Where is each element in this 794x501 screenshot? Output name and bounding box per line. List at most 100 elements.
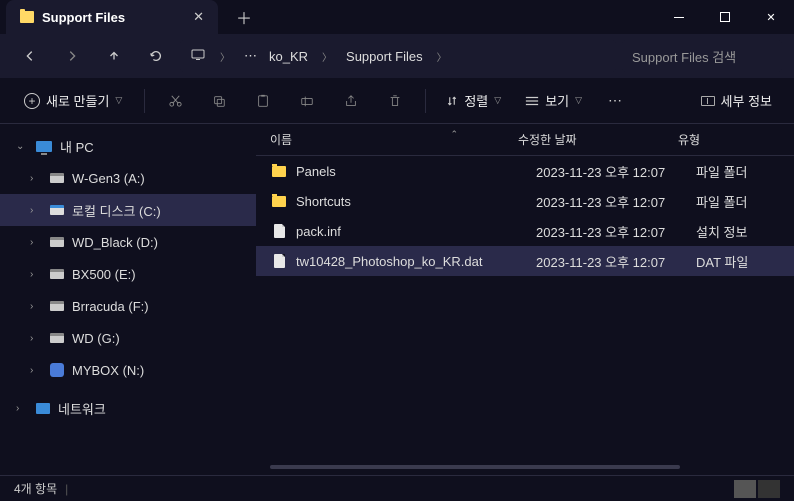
view-button[interactable]: 보기 ▽ [517, 87, 590, 114]
up-button[interactable] [96, 40, 132, 72]
chevron-right-icon: 〉 [316, 49, 338, 64]
file-name: tw10428_Photoshop_ko_KR.dat [296, 254, 536, 269]
column-name[interactable]: 이름 ⌃ [270, 131, 518, 148]
tree-label: Brracuda (F:) [72, 299, 149, 314]
chevron-down-icon: ▽ [575, 95, 582, 106]
view-thumbnails-toggle[interactable] [758, 480, 780, 498]
file-type: DAT 파일 [696, 252, 786, 271]
file-type: 파일 폴더 [696, 162, 786, 181]
copy-button[interactable] [201, 85, 237, 117]
file-icon [274, 224, 285, 238]
cut-button[interactable] [157, 85, 193, 117]
file-name: pack.inf [296, 224, 536, 239]
tree-item-drive[interactable]: ›로컬 디스크 (C:) [0, 194, 256, 226]
minimize-button[interactable] [656, 0, 702, 34]
tree-label: WD_Black (D:) [72, 235, 158, 250]
paste-button[interactable] [245, 85, 281, 117]
chevron-right-icon: 〉 [214, 49, 236, 64]
pc-icon[interactable] [186, 40, 210, 72]
main: ⌄ 내 PC ›W-Gen3 (A:)›로컬 디스크 (C:)›WD_Black… [0, 124, 794, 475]
box-icon [50, 363, 64, 377]
tree-item-network[interactable]: › 네트워크 [0, 392, 256, 424]
window-controls: ✕ [656, 0, 794, 34]
rename-button[interactable] [289, 85, 325, 117]
maximize-button[interactable] [702, 0, 748, 34]
tree-item-drive[interactable]: › WD (G:) [0, 322, 256, 354]
disk-icon [50, 301, 64, 311]
pc-icon [36, 141, 52, 152]
new-tab-button[interactable]: ＋ [236, 5, 252, 29]
horizontal-scrollbar[interactable] [270, 465, 680, 469]
new-label: 새로 만들기 [46, 91, 109, 110]
tree-item-drive[interactable]: › WD_Black (D:) [0, 226, 256, 258]
file-name: Panels [296, 164, 536, 179]
share-button[interactable] [333, 85, 369, 117]
tree-item-pc[interactable]: ⌄ 내 PC [0, 130, 256, 162]
folder-icon [272, 166, 286, 177]
tree-item-drive[interactable]: › Brracuda (F:) [0, 290, 256, 322]
chevron-right-icon: › [30, 237, 42, 248]
navbar: 〉 ⋯ ko_KR 〉 Support Files 〉 Support File… [0, 34, 794, 78]
file-type: 파일 폴더 [696, 192, 786, 211]
close-button[interactable]: ✕ [748, 0, 794, 34]
chevron-right-icon: › [16, 403, 28, 414]
breadcrumb-item[interactable]: ko_KR [265, 47, 312, 66]
sort-label: 정렬 [464, 91, 488, 110]
view-details-toggle[interactable] [734, 480, 756, 498]
back-button[interactable] [12, 40, 48, 72]
tree-label: W-Gen3 (A:) [72, 171, 145, 186]
tree-item-drive[interactable]: › BX500 (E:) [0, 258, 256, 290]
file-row[interactable]: pack.inf2023-11-23 오후 12:07설치 정보 [256, 216, 794, 246]
chevron-down-icon: ▽ [494, 95, 501, 106]
file-type: 설치 정보 [696, 222, 786, 241]
column-headers: 이름 ⌃ 수정한 날짜 유형 [256, 124, 794, 156]
column-type[interactable]: 유형 [678, 131, 768, 148]
refresh-button[interactable] [138, 40, 174, 72]
chevron-right-icon: 〉 [431, 49, 453, 64]
forward-button[interactable] [54, 40, 90, 72]
delete-button[interactable] [377, 85, 413, 117]
breadcrumb[interactable]: 〉 ⋯ ko_KR 〉 Support Files 〉 [180, 40, 616, 72]
disk-icon [50, 205, 64, 215]
column-date[interactable]: 수정한 날짜 [518, 131, 678, 148]
details-label: 세부 정보 [721, 91, 772, 110]
breadcrumb-item[interactable]: Support Files [342, 47, 427, 66]
chevron-right-icon: › [30, 333, 42, 344]
file-list: 이름 ⌃ 수정한 날짜 유형 Panels2023-11-23 오후 12:07… [256, 124, 794, 475]
chevron-right-icon: › [30, 269, 42, 280]
chevron-down-icon: ⌄ [16, 141, 28, 152]
tree-label: MYBOX (N:) [72, 363, 144, 378]
disk-icon [50, 333, 64, 343]
chevron-right-icon: › [30, 173, 42, 184]
view-icon [525, 95, 539, 107]
sort-button[interactable]: 정렬 ▽ [438, 87, 509, 114]
details-pane-button[interactable]: 세부 정보 [693, 87, 780, 114]
folder-icon [272, 196, 286, 207]
file-row[interactable]: Shortcuts2023-11-23 오후 12:07파일 폴더 [256, 186, 794, 216]
view-label: 보기 [545, 91, 569, 110]
folder-icon [20, 11, 34, 23]
file-row[interactable]: Panels2023-11-23 오후 12:07파일 폴더 [256, 156, 794, 186]
toolbar: + 새로 만들기 ▽ 정렬 ▽ 보기 ▽ ⋯ 세부 정보 [0, 78, 794, 124]
disk-icon [50, 237, 64, 247]
breadcrumb-dots[interactable]: ⋯ [240, 46, 261, 66]
tree-item-mybox[interactable]: › MYBOX (N:) [0, 354, 256, 386]
chevron-right-icon: › [30, 301, 42, 312]
close-tab-button[interactable]: ✕ [193, 9, 204, 25]
file-date: 2023-11-23 오후 12:07 [536, 162, 696, 181]
tab-active[interactable]: Support Files ✕ [6, 0, 218, 34]
search-input[interactable]: Support Files 검색 [622, 40, 782, 72]
tab-title: Support Files [42, 10, 125, 25]
chevron-right-icon: › [30, 205, 42, 216]
titlebar: Support Files ✕ ＋ ✕ [0, 0, 794, 34]
tree-label: BX500 (E:) [72, 267, 136, 282]
more-button[interactable]: ⋯ [598, 85, 634, 117]
tree-label: 네트워크 [58, 399, 106, 418]
file-row[interactable]: tw10428_Photoshop_ko_KR.dat2023-11-23 오후… [256, 246, 794, 276]
tree-label: 내 PC [60, 137, 94, 156]
tree-item-drive[interactable]: › W-Gen3 (A:) [0, 162, 256, 194]
file-name: Shortcuts [296, 194, 536, 209]
sidebar: ⌄ 내 PC ›W-Gen3 (A:)›로컬 디스크 (C:)›WD_Black… [0, 124, 256, 475]
new-button[interactable]: + 새로 만들기 ▽ [14, 85, 132, 116]
tree-label: WD (G:) [72, 331, 120, 346]
